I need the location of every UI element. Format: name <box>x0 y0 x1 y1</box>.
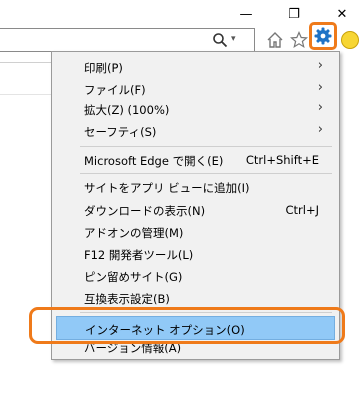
gear-icon <box>314 27 332 45</box>
home-button[interactable] <box>266 31 284 49</box>
menu-item-safety[interactable]: セーフティ(S) › <box>56 120 335 142</box>
submenu-arrow-icon: › <box>317 122 323 137</box>
menu-item-label: Microsoft Edge で開く(E) <box>84 154 224 168</box>
menu-item-label: 印刷(P) <box>84 61 123 75</box>
feedback-smiley-icon[interactable] <box>341 31 359 49</box>
menu-item-label: F12 開発者ツール(L) <box>84 248 194 262</box>
search-icon[interactable] <box>212 32 228 48</box>
menu-item-add-site-to-apps[interactable]: サイトをアプリ ビューに追加(I) <box>56 176 335 198</box>
menu-item-label: アドオンの管理(M) <box>84 226 184 240</box>
menu-item-view-downloads[interactable]: ダウンロードの表示(N) Ctrl+J <box>56 199 335 221</box>
menu-item-print[interactable]: 印刷(P) › <box>56 56 335 78</box>
menu-separator <box>80 146 332 147</box>
menu-item-manage-addons[interactable]: アドオンの管理(M) <box>56 221 335 243</box>
submenu-arrow-icon: › <box>317 100 323 115</box>
menu-item-label: 互換表示設定(B) <box>84 292 170 306</box>
menu-item-label: サイトをアプリ ビューに追加(I) <box>84 181 250 195</box>
menu-item-zoom[interactable]: 拡大(Z) (100%) › <box>56 98 335 120</box>
menu-item-shortcut: Ctrl+J <box>285 203 320 217</box>
menu-item-label: ファイル(F) <box>84 83 146 97</box>
submenu-arrow-icon: › <box>317 80 323 95</box>
menu-item-label: 拡大(Z) (100%) <box>84 103 170 117</box>
menu-item-label: セーフティ(S) <box>84 125 157 139</box>
star-icon <box>290 31 308 48</box>
restore-button[interactable]: ❐ <box>274 0 314 28</box>
menu-item-pinned-sites[interactable]: ピン留めサイト(G) <box>56 265 335 287</box>
menu-item-shortcut: Ctrl+Shift+E <box>245 153 319 167</box>
menu-item-compatibility-view[interactable]: 互換表示設定(B) <box>56 287 335 309</box>
favorites-button[interactable] <box>290 31 308 49</box>
submenu-arrow-icon: › <box>317 58 323 73</box>
minimize-button[interactable]: — <box>226 0 266 28</box>
menu-item-f12-devtools[interactable]: F12 開発者ツール(L) <box>56 243 335 265</box>
menu-separator <box>80 173 332 174</box>
menu-item-file[interactable]: ファイル(F) › <box>56 78 335 100</box>
address-bar[interactable]: ▾ <box>0 28 255 52</box>
tools-button[interactable] <box>309 22 337 50</box>
highlight-callout <box>29 307 345 344</box>
menu-item-open-in-edge[interactable]: Microsoft Edge で開く(E) Ctrl+Shift+E <box>56 149 335 171</box>
menu-item-label: ダウンロードの表示(N) <box>84 204 206 218</box>
search-dropdown-icon[interactable]: ▾ <box>231 34 236 44</box>
home-icon <box>267 32 283 48</box>
menu-item-label: ピン留めサイト(G) <box>84 270 183 284</box>
